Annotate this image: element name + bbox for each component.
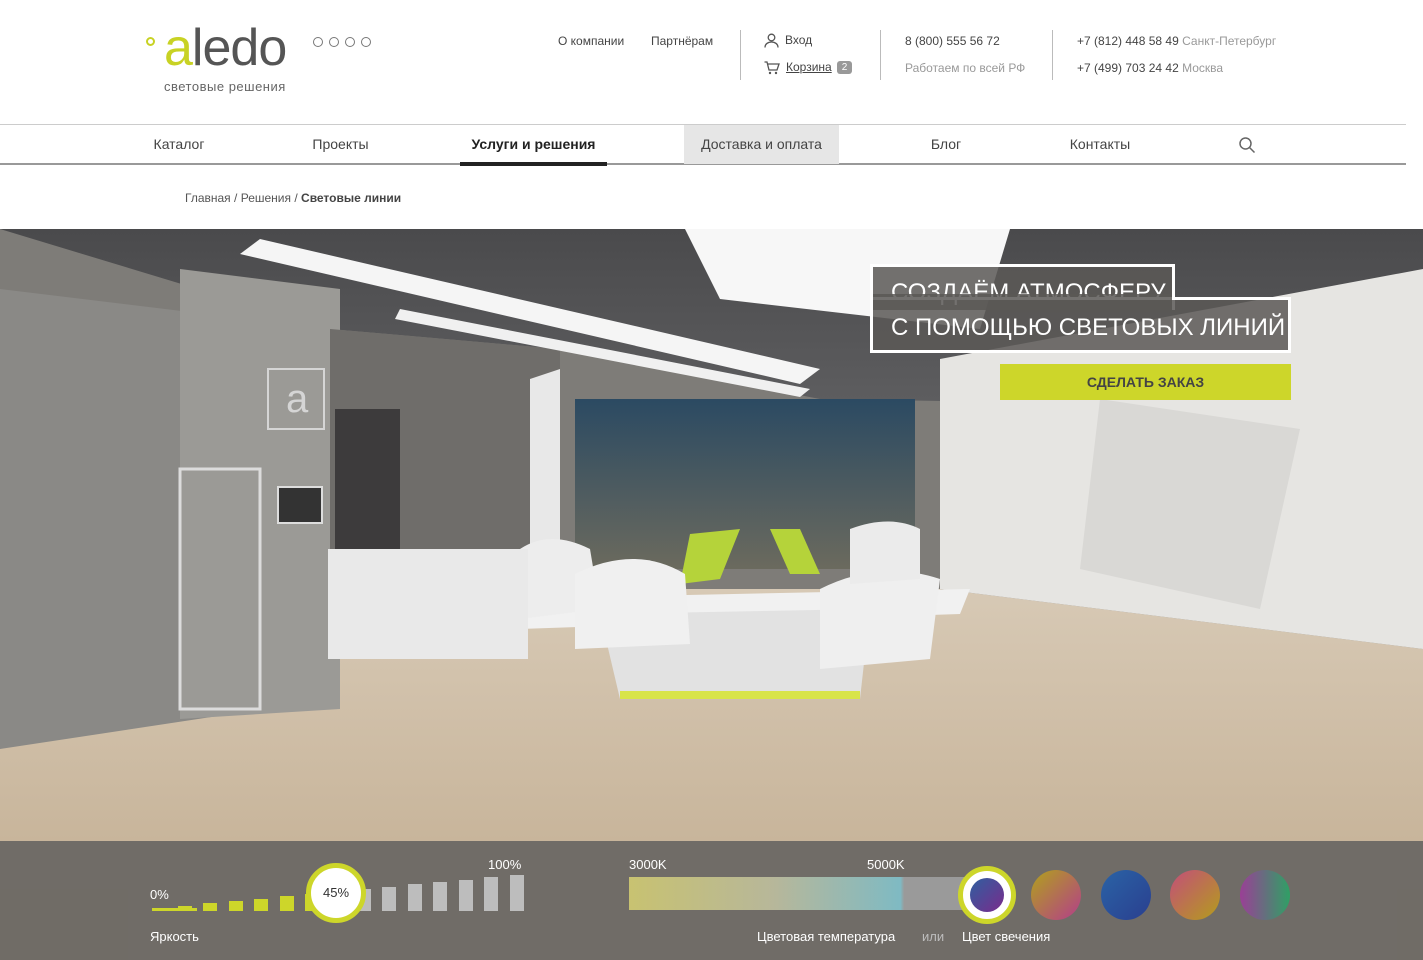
color-swatch[interactable]: [1240, 870, 1290, 920]
temperature-slider[interactable]: [629, 877, 991, 910]
nav-item-catalog[interactable]: Каталог: [140, 125, 218, 164]
brightness-step[interactable]: [254, 898, 269, 911]
brightness-label: Яркость: [150, 929, 199, 944]
logo-dot-icon: [146, 37, 155, 46]
temperature-max-label: 5000K: [867, 857, 905, 872]
breadcrumb-separator: /: [294, 191, 298, 205]
color-swatch[interactable]: [1101, 870, 1151, 920]
logo-tagline: световые решения: [164, 79, 286, 94]
logo[interactable]: aledo световые решения: [146, 19, 386, 102]
brightness-step[interactable]: [228, 900, 243, 911]
phone-spb[interactable]: +7 (812) 448 58 49 Санкт-Петербург: [1077, 34, 1276, 48]
search-icon[interactable]: [1238, 136, 1256, 154]
or-label: или: [922, 929, 945, 944]
main-nav: Каталог Проекты Услуги и решения Доставк…: [0, 124, 1406, 166]
user-icon: [764, 33, 779, 48]
phone-msk-city: Москва: [1182, 61, 1224, 75]
breadcrumb-section[interactable]: Решения: [241, 191, 291, 205]
header-divider: [1052, 30, 1053, 80]
phone-spb-number: +7 (812) 448 58 49: [1077, 34, 1179, 48]
color-swatch-fill: [970, 878, 1004, 912]
nav-item-blog[interactable]: Блог: [915, 125, 977, 164]
brightness-knob[interactable]: 45%: [306, 863, 366, 923]
cart-count-badge: 2: [836, 61, 853, 74]
breadcrumb-current: Световые линии: [301, 191, 402, 205]
color-swatch[interactable]: [1031, 870, 1081, 920]
page: aledo световые решения О компании Партнё…: [0, 0, 1423, 960]
phone-msk-number: +7 (499) 703 24 42: [1077, 61, 1179, 75]
hero-banner: a СОЗДАЁМ АТМОСФЕРУ С ПОМОЩЬЮ СВЕТОВЫХ Л…: [0, 229, 1423, 960]
brightness-step[interactable]: [458, 879, 473, 911]
phone-spb-city: Санкт-Петербург: [1182, 34, 1277, 48]
breadcrumb-home[interactable]: Главная: [185, 191, 231, 205]
brightness-step[interactable]: [484, 877, 499, 911]
brightness-step[interactable]: [382, 886, 397, 911]
breadcrumb: Главная / Решения / Световые линии: [185, 191, 401, 205]
brightness-step[interactable]: [510, 875, 524, 911]
header-divider: [880, 30, 881, 80]
logo-letter-a: a: [164, 19, 193, 77]
login-link[interactable]: Вход: [764, 33, 812, 48]
temperature-label: Цветовая температура: [757, 929, 896, 944]
brightness-max-label: 100%: [488, 857, 522, 872]
brightness-step[interactable]: [279, 896, 294, 911]
temperature-min-label: 3000K: [629, 857, 667, 872]
nav-item-delivery[interactable]: Доставка и оплата: [684, 125, 839, 164]
brightness-step[interactable]: [407, 884, 422, 911]
partners-link[interactable]: Партнёрам: [651, 34, 713, 48]
svg-text:a: a: [286, 377, 309, 421]
headline-frame-cover: [873, 294, 1172, 300]
logo-wordmark: aledo: [164, 19, 287, 77]
site-header: aledo световые решения О компании Партнё…: [0, 0, 1423, 124]
glow-color-label: Цвет свечения: [962, 929, 1051, 944]
nav-item-projects[interactable]: Проекты: [298, 125, 383, 164]
make-order-button[interactable]: СДЕЛАТЬ ЗАКАЗ: [1000, 364, 1291, 400]
brightness-step[interactable]: [177, 905, 192, 911]
main-phone[interactable]: 8 (800) 555 56 72: [905, 34, 1000, 48]
phone-msk[interactable]: +7 (499) 703 24 42 Москва: [1077, 61, 1223, 75]
brightness-step[interactable]: [203, 903, 218, 911]
nav-item-services[interactable]: Услуги и решения: [460, 125, 607, 166]
header-divider: [740, 30, 741, 80]
breadcrumb-separator: /: [234, 191, 238, 205]
color-swatch[interactable]: [1170, 870, 1220, 920]
light-control-panel: 0% 100% 45% Яркость 3000K 5000K Цветовая…: [0, 841, 1423, 960]
login-label: Вход: [785, 33, 813, 47]
about-link[interactable]: О компании: [558, 34, 624, 48]
color-swatch-selected[interactable]: [958, 866, 1016, 924]
brightness-step[interactable]: [433, 882, 448, 911]
cart-link[interactable]: Корзина 2: [764, 60, 853, 75]
cart-label: Корзина: [786, 60, 832, 74]
hero-headline-line-2: С ПОМОЩЬЮ СВЕТОВЫХ ЛИНИЙ: [870, 297, 1291, 353]
nav-item-contacts[interactable]: Контакты: [1056, 125, 1144, 164]
logo-dots-icon: [313, 37, 371, 47]
main-phone-note: Работаем по всей РФ: [905, 61, 1026, 75]
cart-icon: [764, 61, 780, 75]
